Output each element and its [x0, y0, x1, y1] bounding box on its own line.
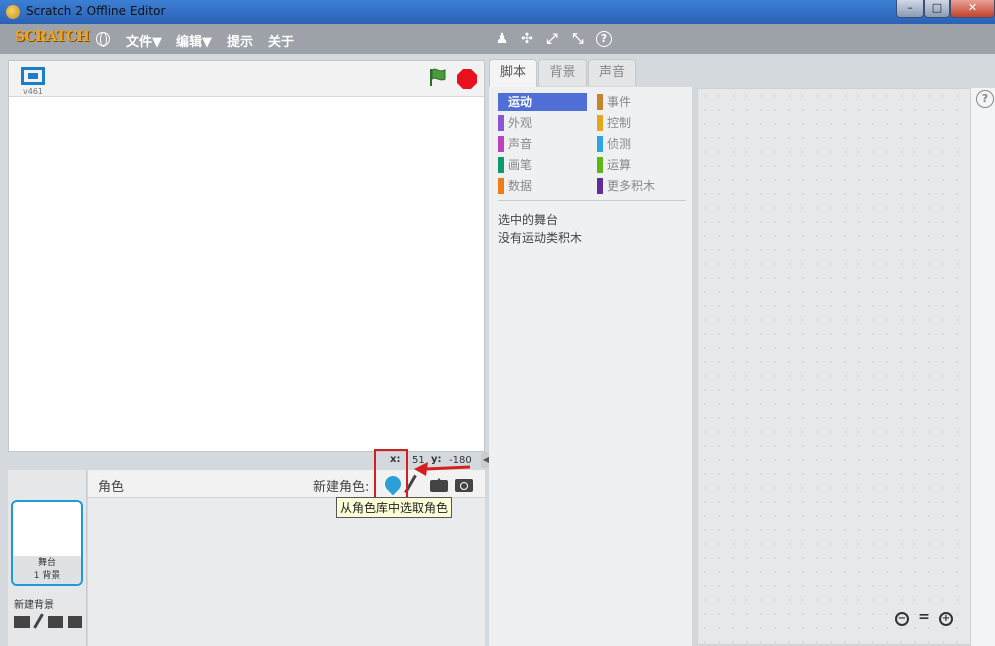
scratch-logo[interactable]: SCRATCH [12, 29, 92, 49]
category-pen[interactable]: 画笔 [498, 156, 587, 174]
stop-sign-icon[interactable] [457, 69, 477, 89]
category-swatch [498, 178, 504, 194]
language-globe-icon[interactable] [96, 32, 110, 47]
category-label: 侦测 [607, 137, 632, 151]
menu-tips[interactable]: 提示 [227, 31, 253, 50]
sprites-title: 角色 [98, 480, 125, 495]
category-label: 外观 [508, 116, 533, 130]
help-button[interactable]: ? [976, 90, 994, 108]
shrink-icon[interactable]: ⤡ [570, 31, 586, 47]
category-label: 画笔 [508, 158, 533, 172]
window-title: Scratch 2 Offline Editor [26, 4, 166, 18]
category-sensing[interactable]: 侦测 [597, 135, 687, 153]
selected-target-note: 选中的舞台 [498, 213, 559, 227]
category-more-blocks[interactable]: 更多积木 [597, 177, 687, 195]
backdrop-library-icon[interactable] [14, 616, 30, 628]
category-swatch [498, 136, 504, 152]
no-blocks-note: 没有运动类积木 [498, 231, 583, 245]
stage-thumbnail-column: 舞台 1 背景 新建背景 [8, 470, 87, 646]
new-backdrop-label: 新建背景 [14, 600, 54, 611]
camera-sprite-icon[interactable] [455, 479, 473, 492]
stage-backdrop-count: 1 背景 [33, 571, 61, 581]
script-area[interactable] [697, 88, 971, 645]
category-control[interactable]: 控制 [597, 114, 687, 132]
category-operators[interactable]: 运算 [597, 156, 687, 174]
stage-header: v461 [9, 61, 484, 97]
zoom-reset-icon[interactable]: = [917, 610, 931, 626]
category-label: 运算 [607, 158, 632, 172]
stage-thumbnail-caption: 舞台 1 背景 [13, 556, 81, 584]
category-sound[interactable]: 声音 [498, 135, 587, 153]
category-swatch [597, 157, 603, 173]
zoom-in-icon[interactable]: + [939, 612, 953, 626]
menu-bar: SCRATCH 文件▼ 编辑▼ 提示 关于 ♟ ✣ ⤢ ⤡ ? [0, 24, 995, 54]
close-button[interactable]: ✕ [950, 0, 995, 18]
category-swatch [597, 94, 603, 110]
minimize-button[interactable]: – [896, 0, 924, 18]
camera-backdrop-icon[interactable] [68, 616, 82, 628]
presentation-mode-icon[interactable] [21, 67, 45, 85]
annotation-arrow [414, 462, 471, 476]
cut-icon[interactable]: ✣ [519, 31, 535, 47]
category-swatch [498, 115, 504, 131]
green-flag-icon[interactable] [427, 67, 447, 87]
paint-backdrop-icon[interactable] [33, 613, 44, 629]
category-swatch [597, 178, 603, 194]
category-motion[interactable]: 运动 [498, 93, 587, 111]
scratch-cat-icon [6, 5, 20, 19]
tab-backdrops[interactable]: 背景 [538, 59, 587, 86]
menu-file[interactable]: 文件▼ [126, 31, 162, 50]
category-label: 更多积木 [607, 179, 656, 193]
category-data[interactable]: 数据 [498, 177, 587, 195]
upload-backdrop-icon[interactable] [48, 616, 63, 628]
category-label: 控制 [607, 116, 632, 130]
category-swatch [597, 136, 603, 152]
category-label: 事件 [607, 95, 632, 109]
blocks-palette: 运动 事件 外观 控制 声音 侦测 画笔 运算 数据 更多积木 选中的舞台 没有… [489, 87, 693, 646]
stage-canvas[interactable] [9, 97, 484, 451]
upload-sprite-icon[interactable] [430, 478, 448, 492]
duplicate-icon[interactable]: ♟ [494, 31, 510, 47]
category-looks[interactable]: 外观 [498, 114, 587, 132]
tab-scripts[interactable]: 脚本 [489, 59, 537, 88]
stage-panel: v461 [8, 60, 485, 452]
stage-thumbnail[interactable]: 舞台 1 背景 [11, 500, 83, 586]
tab-sounds[interactable]: 声音 [588, 59, 636, 86]
title-bar: Scratch 2 Offline Editor – □ ✕ [0, 0, 995, 24]
category-swatch [597, 115, 603, 131]
version-label: v461 [23, 87, 44, 96]
menu-edit[interactable]: 编辑▼ [176, 31, 212, 50]
sprite-library-tooltip: 从角色库中选取角色 [336, 497, 453, 518]
palette-divider [498, 200, 686, 201]
zoom-out-icon[interactable]: − [895, 612, 909, 626]
category-label: 声音 [508, 137, 533, 151]
category-swatch [498, 157, 504, 173]
grow-icon[interactable]: ⤢ [544, 31, 560, 47]
new-sprite-label: 新建角色: [313, 480, 370, 495]
maximize-button[interactable]: □ [924, 0, 950, 18]
category-events[interactable]: 事件 [597, 93, 687, 111]
help-column [971, 88, 995, 646]
category-label: 运动 [508, 95, 533, 109]
menu-about[interactable]: 关于 [268, 31, 294, 50]
category-label: 数据 [508, 179, 533, 193]
stage-name: 舞台 [37, 558, 56, 568]
help-icon[interactable]: ? [596, 31, 612, 47]
